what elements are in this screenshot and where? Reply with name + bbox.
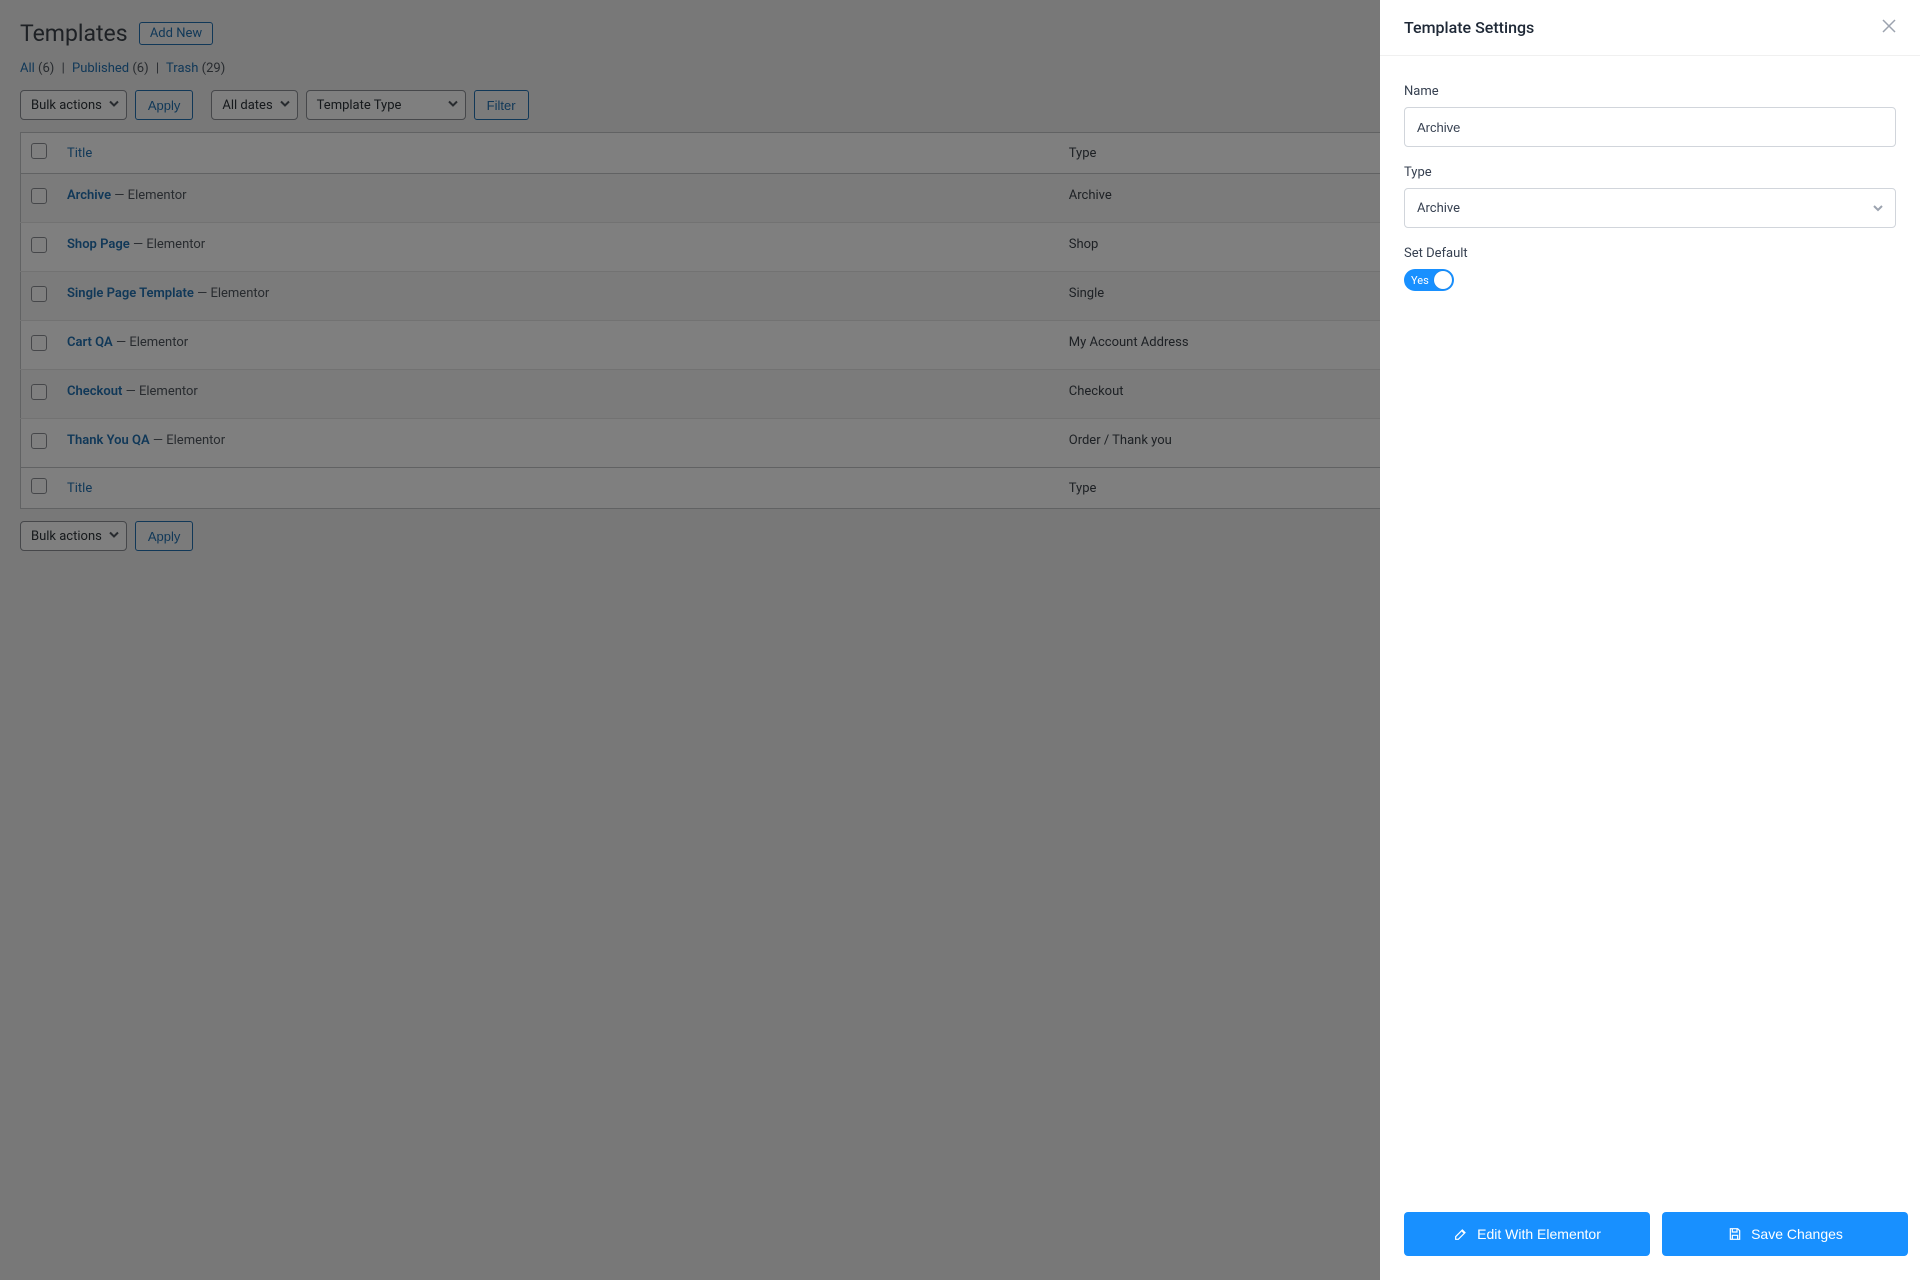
name-label: Name bbox=[1404, 84, 1896, 99]
edit-icon bbox=[1453, 1226, 1469, 1242]
toggle-label: Yes bbox=[1411, 274, 1429, 287]
type-select-value: Archive bbox=[1417, 201, 1460, 216]
save-changes-button[interactable]: Save Changes bbox=[1662, 1212, 1908, 1256]
save-icon bbox=[1727, 1226, 1743, 1242]
panel-title: Template Settings bbox=[1404, 18, 1534, 37]
type-select[interactable]: Archive bbox=[1404, 188, 1896, 228]
type-label: Type bbox=[1404, 165, 1896, 180]
template-settings-panel: Template Settings Name Type Archive Set … bbox=[1380, 0, 1920, 1280]
chevron-down-icon bbox=[1873, 203, 1883, 213]
set-default-toggle[interactable]: Yes bbox=[1404, 269, 1454, 291]
set-default-label: Set Default bbox=[1404, 246, 1896, 261]
close-button[interactable] bbox=[1882, 19, 1896, 37]
toggle-knob bbox=[1434, 271, 1452, 289]
name-input[interactable] bbox=[1404, 107, 1896, 147]
close-icon bbox=[1882, 19, 1896, 33]
edit-with-elementor-button[interactable]: Edit With Elementor bbox=[1404, 1212, 1650, 1256]
